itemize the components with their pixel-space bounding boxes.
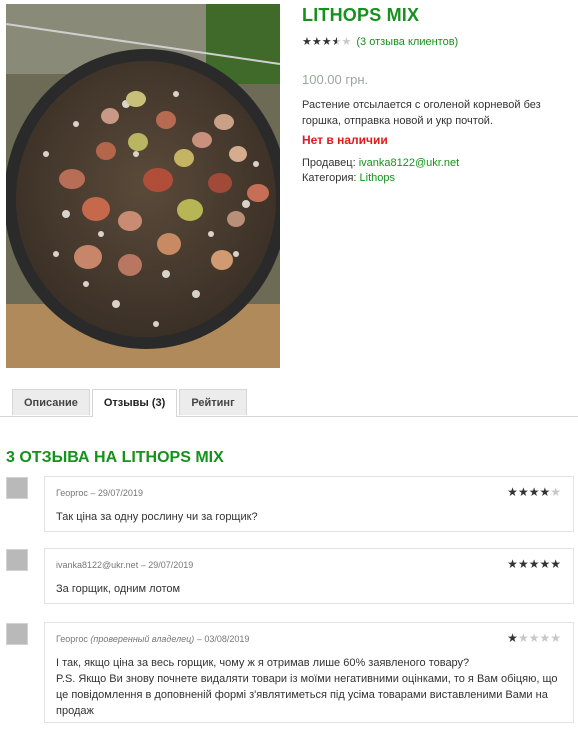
star-icon: ★ xyxy=(528,557,540,571)
category-link[interactable]: Lithops xyxy=(360,172,395,184)
product-title: LITHOPS MIX xyxy=(302,5,420,25)
product-tabs: Описание Отзывы (3) Рейтинг xyxy=(12,389,249,417)
product-price: 100.00 грн. xyxy=(302,72,369,87)
star-icon: ★ xyxy=(539,485,551,499)
review-date: 29/07/2019 xyxy=(148,560,194,570)
reviews-heading: 3 ОТЗЫВА НА LITHOPS MIX xyxy=(6,449,224,466)
category-row: Категория: Lithops xyxy=(302,172,395,184)
seller-label: Продавец: xyxy=(302,157,356,169)
review-author: Георгос xyxy=(56,634,88,644)
product-description: Растение отсылается с оголеной корневой … xyxy=(302,99,541,127)
star-icon: ★ xyxy=(507,557,518,571)
avatar xyxy=(6,623,28,645)
review-date: 03/08/2019 xyxy=(204,634,250,644)
star-empty-icon: ★ xyxy=(550,631,561,645)
review-item: ivanka8122@ukr.net – 29/07/2019 ★ ★ ★ ★ ★ За… xyxy=(44,548,574,604)
star-icon: ★ xyxy=(321,35,332,48)
review-meta: ivanka8122@ukr.net – 29/07/2019 xyxy=(56,560,194,570)
star-icon: ★ xyxy=(528,485,540,499)
star-icon: ★ xyxy=(302,35,312,48)
avatar xyxy=(6,549,28,571)
review-meta: Георгос – 29/07/2019 xyxy=(56,488,143,498)
star-half-icon: ★ xyxy=(331,35,342,48)
category-label: Категория: xyxy=(302,172,357,184)
review-author: Георгос xyxy=(56,488,88,498)
star-empty-icon: ★ xyxy=(550,485,561,499)
star-icon: ★ xyxy=(507,631,518,645)
star-empty-icon: ★ xyxy=(341,35,352,48)
product-rating: ★ ★ ★ ★ ★ (3 отзыва клиентов) xyxy=(302,36,458,48)
review-text: І так, якщо ціна за весь горщик, чому ж … xyxy=(56,657,558,717)
verified-owner-badge: (проверенный владелец) xyxy=(90,634,195,644)
tab-reviews[interactable]: Отзывы (3) xyxy=(91,389,178,417)
avatar xyxy=(6,477,28,499)
seller-link[interactable]: ivanka8122@ukr.net xyxy=(359,157,459,169)
product-image[interactable] xyxy=(6,4,280,368)
review-meta: Георгос (проверенный владелец) – 03/08/2… xyxy=(56,634,250,644)
star-icon: ★ xyxy=(517,557,529,571)
star-empty-icon: ★ xyxy=(517,631,529,645)
star-icon: ★ xyxy=(507,485,518,499)
stock-status: Нет в наличии xyxy=(302,133,388,147)
review-item: Георгос (проверенный владелец) – 03/08/2… xyxy=(44,622,574,723)
review-item: Георгос – 29/07/2019 ★ ★ ★ ★ ★ Так ціна за о… xyxy=(44,476,574,532)
star-icon: ★ xyxy=(539,557,551,571)
review-author: ivanka8122@ukr.net xyxy=(56,560,139,570)
star-icon: ★ xyxy=(517,485,529,499)
star-icon: ★ xyxy=(550,557,561,571)
star-icon: ★ xyxy=(311,35,322,48)
reviews-count-link[interactable]: (3 отзыва клиентов) xyxy=(356,36,458,48)
review-rating-stars: ★ ★ ★ ★ ★ xyxy=(507,486,561,498)
review-text: Так ціна за одну рослину чи за горщик? xyxy=(56,511,258,523)
tab-rating[interactable]: Рейтинг xyxy=(179,389,247,415)
review-date: 29/07/2019 xyxy=(97,488,143,498)
star-empty-icon: ★ xyxy=(539,631,551,645)
star-empty-icon: ★ xyxy=(528,631,540,645)
product-rating-stars: ★ ★ ★ ★ ★ xyxy=(302,35,352,48)
review-rating-stars: ★ ★ ★ ★ ★ xyxy=(507,558,561,570)
tab-description[interactable]: Описание xyxy=(12,389,90,415)
review-rating-stars: ★ ★ ★ ★ ★ xyxy=(507,632,561,644)
review-text: За горщик, одним лотом xyxy=(56,583,181,595)
seller-row: Продавец: ivanka8122@ukr.net xyxy=(302,157,459,169)
